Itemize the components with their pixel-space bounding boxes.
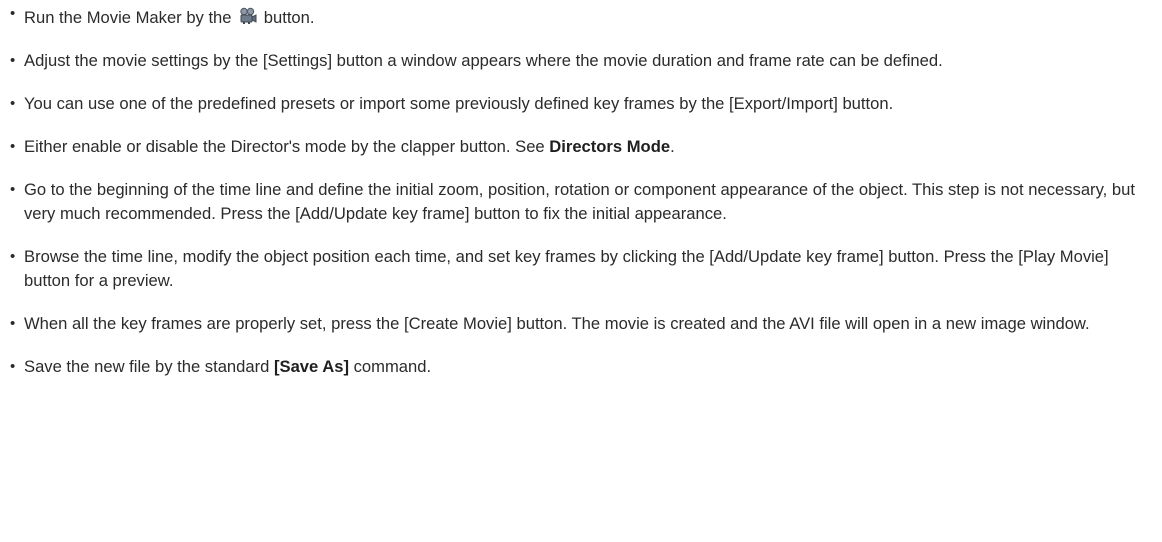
bullet: •: [10, 95, 16, 112]
list-item: • Browse the time line, modify the objec…: [10, 245, 1150, 293]
bullet: •: [10, 138, 16, 155]
step-text: Adjust the movie settings by the [Settin…: [24, 51, 943, 70]
bullet: •: [10, 358, 16, 375]
bullet: •: [10, 181, 16, 198]
list-item: • Adjust the movie settings by the [Sett…: [10, 49, 1150, 73]
list-item: • Either enable or disable the Director'…: [10, 135, 1150, 159]
step-text-after: command.: [349, 357, 432, 376]
step-text-before: Run the Movie Maker by the: [24, 8, 237, 27]
list-item: • When all the key frames are properly s…: [10, 312, 1150, 336]
step-text-before: Save the new file by the standard: [24, 357, 274, 376]
list-item: • Go to the beginning of the time line a…: [10, 178, 1150, 226]
list-item: • Run the Movie Maker by the button.: [10, 5, 1150, 30]
bullet: •: [10, 52, 16, 69]
step-text-before: Either enable or disable the Director's …: [24, 137, 550, 156]
step-text-after: .: [670, 137, 675, 156]
list-item: • Save the new file by the standard [Sav…: [10, 355, 1150, 379]
step-text: Browse the time line, modify the object …: [24, 247, 1109, 290]
step-text: You can use one of the predefined preset…: [24, 94, 894, 113]
directors-mode-link[interactable]: Directors Mode: [549, 137, 670, 156]
bullet: •: [10, 315, 16, 332]
steps-list: • Run the Movie Maker by the button. • A…: [10, 5, 1150, 379]
step-text: When all the key frames are properly set…: [24, 314, 1090, 333]
list-item: • You can use one of the predefined pres…: [10, 92, 1150, 116]
movie-camera-icon[interactable]: [239, 7, 257, 25]
document: • Run the Movie Maker by the button. • A…: [0, 0, 1162, 542]
save-as-command: [Save As]: [273, 357, 349, 376]
bullet: •: [10, 248, 16, 265]
bullet: •: [10, 5, 16, 22]
step-text-after: button.: [259, 8, 315, 27]
step-text: Go to the beginning of the time line and…: [24, 180, 1135, 223]
